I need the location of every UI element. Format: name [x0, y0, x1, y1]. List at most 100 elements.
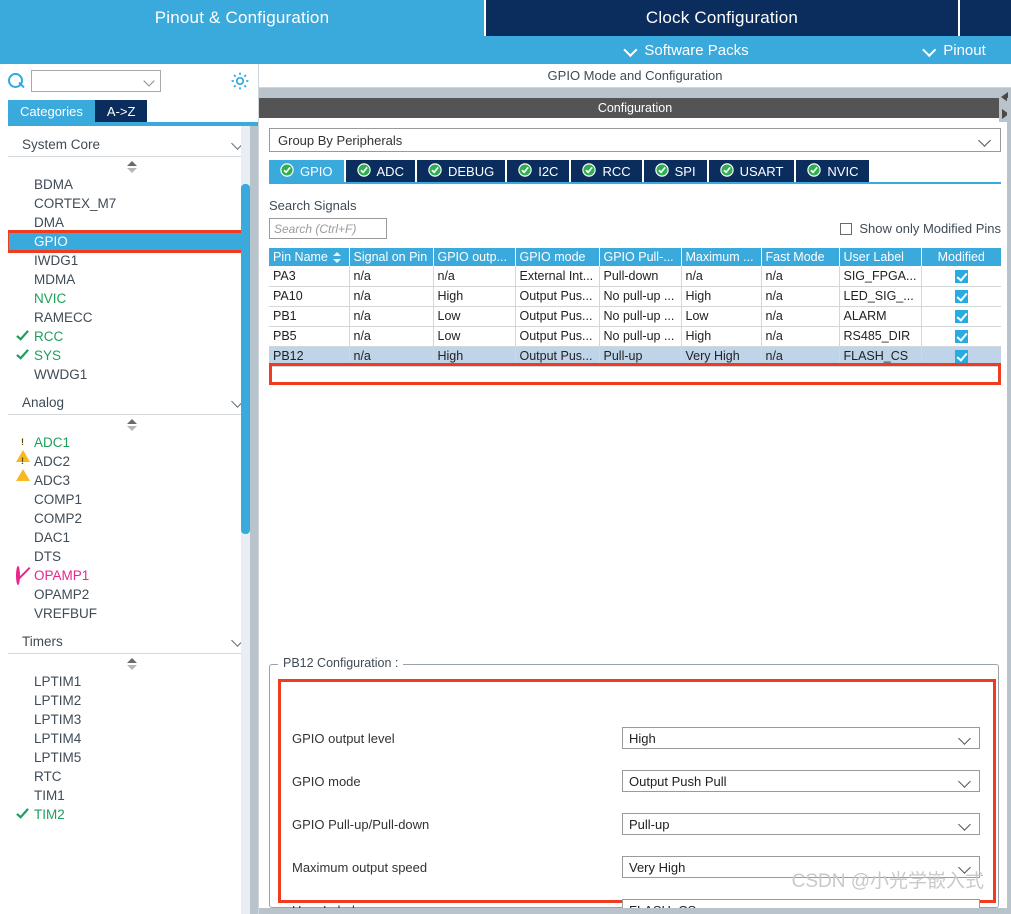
sidebar-scrollbar[interactable] [241, 126, 250, 914]
peripheral-tab-spi[interactable]: SPI [643, 160, 707, 182]
table-cell[interactable]: n/a [761, 306, 840, 327]
table-cell[interactable]: n/a [349, 326, 434, 347]
chevron-down-icon[interactable] [980, 136, 991, 145]
table-cell[interactable]: RS485_DIR [839, 326, 922, 347]
pin-table-col-header[interactable]: GPIO Pull-... [599, 248, 682, 266]
sidebar-item-tim2[interactable]: TIM2 [8, 805, 256, 824]
tree-section-header[interactable]: System Core [8, 134, 256, 157]
table-cell[interactable]: Low [433, 306, 516, 327]
sidebar-item-lptim4[interactable]: LPTIM4 [8, 729, 256, 748]
modified-checkbox-cell[interactable] [921, 326, 1001, 347]
sort-updown-icon[interactable] [126, 419, 138, 431]
sort-updown-icon[interactable] [126, 161, 138, 173]
tree-section-header[interactable]: Analog [8, 392, 256, 415]
checkbox-checked-icon[interactable] [954, 269, 968, 283]
table-cell[interactable]: External Int... [515, 266, 600, 287]
peripheral-tab-nvic[interactable]: NVIC [796, 160, 870, 182]
table-cell[interactable]: n/a [761, 346, 840, 367]
modified-checkbox-cell[interactable] [921, 266, 1001, 287]
peripheral-tab-i2c[interactable]: I2C [507, 160, 570, 182]
sidebar-item-rcc[interactable]: RCC [8, 327, 256, 346]
pin-table-col-header[interactable]: GPIO mode [515, 248, 600, 266]
sidebar-item-tim1[interactable]: TIM1 [8, 786, 256, 805]
table-cell[interactable]: Low [433, 326, 516, 347]
table-row[interactable]: PB12 n/a High Output Pus... Pull-up Very High… [269, 346, 1001, 367]
pin-table-col-header[interactable]: Pin Name [269, 248, 350, 266]
modified-checkbox-cell[interactable] [921, 286, 1001, 307]
table-cell[interactable]: n/a [349, 266, 434, 287]
sidebar-item-lptim2[interactable]: LPTIM2 [8, 691, 256, 710]
sidebar-item-adc1[interactable]: ADC1 [8, 433, 256, 462]
checkbox-checked-icon[interactable] [954, 350, 968, 364]
sort-updown-icon[interactable] [126, 658, 138, 670]
table-cell[interactable]: n/a [761, 326, 840, 347]
show-only-modified-pins-row[interactable]: Show only Modified Pins [840, 221, 1001, 236]
table-row[interactable]: PA10 n/a High Output Pus... No pull-up ... Hi… [269, 286, 1001, 307]
table-cell[interactable]: n/a [349, 306, 434, 327]
checkbox-checked-icon[interactable] [954, 290, 968, 304]
tree-scroll-updown[interactable] [8, 415, 256, 433]
peripheral-tab-rcc[interactable]: RCC [571, 160, 642, 182]
table-cell[interactable]: n/a [349, 346, 434, 367]
table-cell[interactable]: n/a [433, 266, 516, 287]
sidebar-item-rtc[interactable]: RTC [8, 767, 256, 786]
show-only-modified-checkbox[interactable] [840, 222, 853, 235]
table-cell[interactable]: High [681, 286, 762, 307]
table-cell[interactable]: Pull-up [599, 346, 682, 367]
table-cell[interactable]: No pull-up ... [599, 326, 682, 347]
table-cell[interactable]: SIG_FPGA... [839, 266, 922, 287]
table-cell[interactable]: High [433, 286, 516, 307]
pin-table-header-row[interactable]: Pin Name Signal on Pin GPIO outp... GPIO mo… [269, 248, 1001, 266]
peripheral-tab-usart[interactable]: USART [708, 160, 795, 182]
checkbox-checked-icon[interactable] [954, 310, 968, 324]
tab-pinout-configuration[interactable]: Pinout & Configuration [0, 0, 484, 36]
search-signals-input[interactable]: Search (Ctrl+F) [269, 218, 387, 239]
sidebar-item-dts[interactable]: DTS [8, 547, 256, 566]
sidebar-item-nvic[interactable]: NVIC [8, 289, 256, 308]
table-cell[interactable]: PA3 [269, 266, 350, 287]
peripheral-tab-strip[interactable]: GPIO ADC DEBUG I2C RCC SPI USART NVIC [269, 160, 1001, 182]
sidebar-item-adc2[interactable]: ADC2 [8, 452, 256, 481]
sidebar-item-lptim5[interactable]: LPTIM5 [8, 748, 256, 767]
tree-scroll-updown[interactable] [8, 157, 256, 175]
peripheral-tab-gpio[interactable]: GPIO [269, 160, 344, 182]
sidebar-item-mdma[interactable]: MDMA [8, 270, 256, 289]
sidebar-item-comp1[interactable]: COMP1 [8, 490, 256, 509]
table-cell[interactable]: PB1 [269, 306, 350, 327]
tree-scroll-updown[interactable] [8, 654, 256, 672]
table-row[interactable]: PB1 n/a Low Output Pus... No pull-up ... Low n… [269, 306, 1001, 327]
chevron-down-icon[interactable] [960, 734, 971, 743]
software-packs-menu[interactable]: Software Packs [625, 42, 748, 59]
checkbox-checked-icon[interactable] [954, 330, 968, 344]
peripheral-category-tree[interactable]: System Core BDMA CORTEX_M7 DMA GPIO IWDG1 MDMA… [8, 126, 256, 914]
table-cell[interactable]: Output Pus... [515, 306, 600, 327]
pin-table-col-header[interactable]: Modified [921, 248, 1001, 266]
table-cell[interactable]: FLASH_CS [839, 346, 922, 367]
table-cell[interactable]: PA10 [269, 286, 350, 307]
pin-table-col-header[interactable]: Signal on Pin [349, 248, 434, 266]
pin-configuration-table[interactable]: Pin Name Signal on Pin GPIO outp... GPIO mo… [269, 248, 1001, 367]
pin-table-col-header[interactable]: GPIO outp... [433, 248, 516, 266]
peripheral-tab-adc[interactable]: ADC [345, 160, 415, 182]
select-gpio-mode[interactable]: Output Push Pull [622, 770, 980, 792]
chevron-down-icon[interactable] [960, 777, 971, 786]
pin-table-col-header[interactable]: User Label [839, 248, 922, 266]
select-gpio-pull-up-pull-down[interactable]: Pull-up [622, 813, 980, 835]
peripheral-tab-debug[interactable]: DEBUG [416, 160, 506, 182]
table-cell[interactable]: High [681, 326, 762, 347]
table-cell[interactable]: No pull-up ... [599, 286, 682, 307]
sidebar-tab-a-to-z[interactable]: A->Z [94, 100, 148, 122]
table-cell[interactable]: n/a [761, 286, 840, 307]
group-by-peripherals-select[interactable]: Group By Peripherals [269, 128, 1001, 152]
table-cell[interactable]: Pull-down [599, 266, 682, 287]
sidebar-item-vrefbuf[interactable]: VREFBUF [8, 604, 256, 623]
table-cell[interactable]: Output Pus... [515, 326, 600, 347]
table-row[interactable]: PB5 n/a Low Output Pus... No pull-up ... High… [269, 326, 1001, 347]
pin-table-body[interactable]: PA3 n/a n/a External Int... Pull-down n/a n/a S… [269, 266, 1001, 367]
sidebar-item-comp2[interactable]: COMP2 [8, 509, 256, 528]
sidebar-scrollbar-thumb[interactable] [241, 184, 250, 534]
sidebar-item-opamp2[interactable]: OPAMP2 [8, 585, 256, 604]
table-cell[interactable]: High [433, 346, 516, 367]
table-cell[interactable]: PB12 [269, 346, 350, 367]
gear-icon[interactable] [230, 71, 250, 91]
